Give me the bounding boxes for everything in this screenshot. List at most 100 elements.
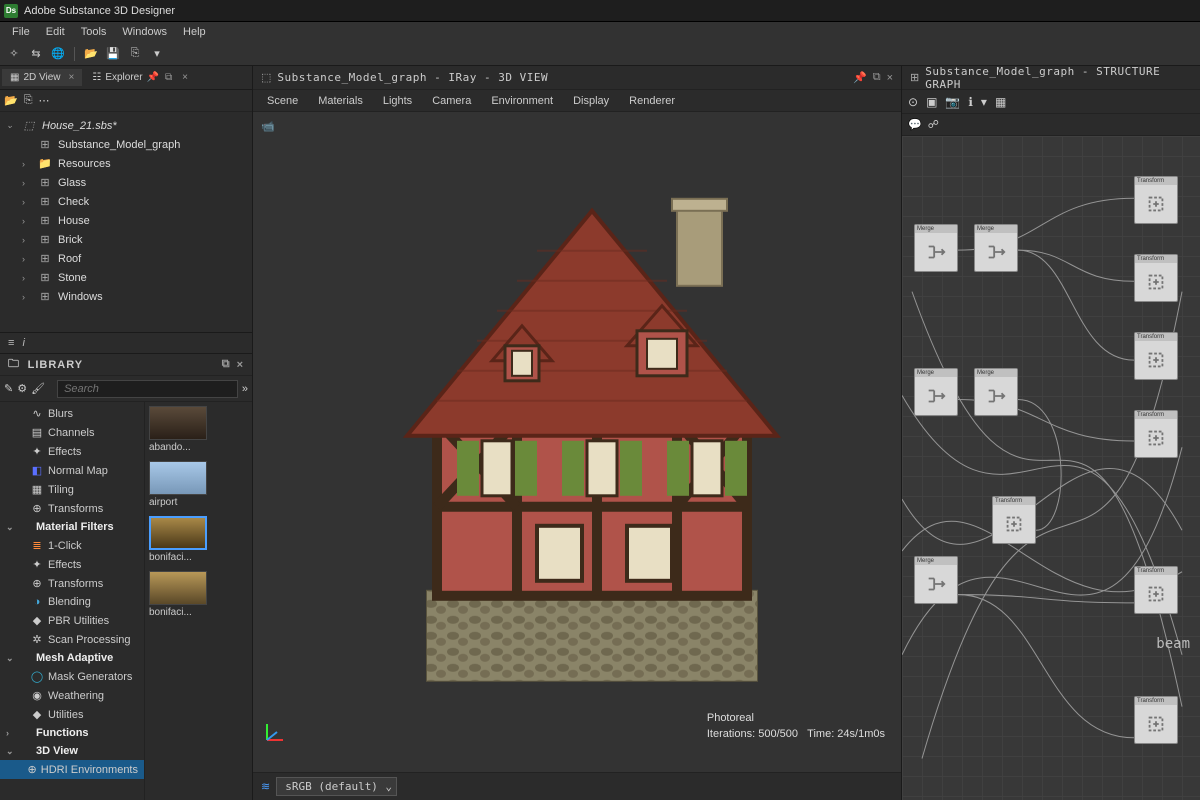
library-category-item[interactable]: ◆PBR Utilities xyxy=(0,611,144,630)
chevron-right-icon[interactable]: › xyxy=(22,292,32,302)
chevron-down-icon[interactable]: ⌄ xyxy=(6,120,16,131)
library-category-item[interactable]: ◧Normal Map xyxy=(0,461,144,480)
library-category-item[interactable]: ⊕Transforms xyxy=(0,574,144,593)
tree-item[interactable]: ›⊞House xyxy=(2,211,250,230)
close-icon[interactable]: × xyxy=(182,72,188,83)
dropdown-icon[interactable]: ▾ xyxy=(147,44,167,64)
graph-node[interactable]: Merge xyxy=(914,224,958,272)
menu-tools[interactable]: Tools xyxy=(73,24,115,40)
info-icon[interactable]: i xyxy=(22,337,24,349)
library-thumbnail[interactable]: bonifaci... xyxy=(149,516,248,563)
library-search-input[interactable] xyxy=(57,380,238,398)
close-icon[interactable]: × xyxy=(237,359,244,371)
tree-item[interactable]: ›⊞Windows xyxy=(2,287,250,306)
saveall-icon[interactable]: ⎘ xyxy=(125,44,145,64)
library-category-header[interactable]: ›Functions xyxy=(0,724,144,742)
menu-help[interactable]: Help xyxy=(175,24,214,40)
menu-renderer[interactable]: Renderer xyxy=(621,93,683,109)
camera-icon[interactable]: 📷 xyxy=(945,95,960,109)
menu-display[interactable]: Display xyxy=(565,93,617,109)
library-category-item[interactable]: ✦Effects xyxy=(0,555,144,574)
copy-icon[interactable]: ⎘ xyxy=(24,94,33,107)
library-category-item[interactable]: ⊕Transforms xyxy=(0,499,144,518)
axis-gizmo[interactable] xyxy=(263,720,287,744)
globe-icon[interactable]: 🌐 xyxy=(48,44,68,64)
tree-item[interactable]: ›⊞Glass xyxy=(2,173,250,192)
link-icon[interactable]: ⇆ xyxy=(26,44,46,64)
brush-icon[interactable]: 🖌 xyxy=(31,382,45,395)
library-category-item[interactable]: ◑Blending xyxy=(0,593,144,611)
edit-icon[interactable]: ✎ xyxy=(4,382,13,395)
colorspace-dropdown[interactable]: sRGB (default) xyxy=(276,777,397,796)
graph-node[interactable]: Transform xyxy=(1134,696,1178,744)
menu-environment[interactable]: Environment xyxy=(483,93,561,109)
graph-node[interactable]: Transform xyxy=(992,496,1036,544)
graph-node[interactable]: Merge xyxy=(914,556,958,604)
chevron-right-icon[interactable]: › xyxy=(22,216,32,226)
graph-node[interactable]: Transform xyxy=(1134,332,1178,380)
chevron-right-icon[interactable]: › xyxy=(22,254,32,264)
tree-item[interactable]: ›⊞Stone xyxy=(2,268,250,287)
graph-node[interactable]: Transform xyxy=(1134,410,1178,458)
tree-item[interactable]: ›📁Resources xyxy=(2,154,250,173)
popout-icon[interactable]: ⧉ xyxy=(222,358,231,371)
search-more-icon[interactable]: » xyxy=(242,383,248,395)
chevron-right-icon[interactable]: › xyxy=(22,273,32,283)
menu-lights[interactable]: Lights xyxy=(375,93,420,109)
tree-item[interactable]: ›⊞Check xyxy=(2,192,250,211)
pin-icon[interactable]: 📌 xyxy=(147,72,159,83)
graph-node[interactable]: Merge xyxy=(974,368,1018,416)
tab-2d-view[interactable]: ▦ 2D View × xyxy=(2,69,82,86)
info-icon[interactable]: ℹ xyxy=(968,95,973,109)
library-category-item[interactable]: ≣1-Click xyxy=(0,536,144,555)
graph-node[interactable]: Merge xyxy=(914,368,958,416)
library-category-item[interactable]: ▤Channels xyxy=(0,423,144,442)
link-icon[interactable]: ☍ xyxy=(928,118,939,131)
open-folder-icon[interactable]: 📂 xyxy=(4,94,18,107)
settings-icon[interactable]: ⚙ xyxy=(17,382,27,395)
tab-explorer[interactable]: ☷ Explorer 📌 ⧉ × xyxy=(84,69,196,86)
graph-node[interactable]: Merge xyxy=(974,224,1018,272)
viewport-3d[interactable]: 📹 xyxy=(253,112,901,772)
tree-item[interactable]: ›⊞Brick xyxy=(2,230,250,249)
graph-node[interactable]: Transform xyxy=(1134,254,1178,302)
library-category-item[interactable]: ✦Effects xyxy=(0,442,144,461)
pin-icon[interactable]: 📌 xyxy=(853,71,867,84)
library-category-item[interactable]: ◉Weathering xyxy=(0,686,144,705)
close-icon[interactable]: × xyxy=(69,72,75,83)
library-category-header[interactable]: ⌄Mesh Adaptive xyxy=(0,649,144,667)
camera-icon[interactable]: 📹 xyxy=(261,120,275,133)
library-category-item[interactable]: ✲Scan Processing xyxy=(0,630,144,649)
library-thumbnail[interactable]: bonifaci... xyxy=(149,571,248,618)
popout-icon[interactable]: ⧉ xyxy=(165,72,172,83)
menu-windows[interactable]: Windows xyxy=(114,24,175,40)
library-thumbnail[interactable]: airport xyxy=(149,461,248,508)
chevron-down-icon[interactable]: ▾ xyxy=(981,95,987,109)
library-thumbnail[interactable]: abando... xyxy=(149,406,248,453)
chevron-right-icon[interactable]: › xyxy=(22,197,32,207)
menu-edit[interactable]: Edit xyxy=(38,24,73,40)
menu-scene[interactable]: Scene xyxy=(259,93,306,109)
new-icon[interactable]: ✧ xyxy=(4,44,24,64)
graph-node[interactable]: Transform xyxy=(1134,566,1178,614)
menu-materials[interactable]: Materials xyxy=(310,93,371,109)
save-icon[interactable]: 💾 xyxy=(103,44,123,64)
tree-item[interactable]: ›⊞Roof xyxy=(2,249,250,268)
comment-icon[interactable]: 💬 xyxy=(908,118,922,131)
popout-icon[interactable]: ⧉ xyxy=(873,71,881,84)
library-category-header[interactable]: ⌄3D View xyxy=(0,742,144,760)
library-category-item[interactable]: ∿Blurs xyxy=(0,404,144,423)
library-category-item[interactable]: ▦Tiling xyxy=(0,480,144,499)
open-icon[interactable]: 📂 xyxy=(81,44,101,64)
chevron-right-icon[interactable]: › xyxy=(22,178,32,188)
graph-node[interactable]: Transform xyxy=(1134,176,1178,224)
menu-file[interactable]: File xyxy=(4,24,38,40)
menu-camera[interactable]: Camera xyxy=(424,93,479,109)
properties-icon[interactable]: ≡ xyxy=(8,337,14,349)
library-category-item[interactable]: ⊕HDRI Environments xyxy=(0,760,144,779)
fit-icon[interactable]: ▣ xyxy=(926,95,937,109)
tree-item[interactable]: ⊞Substance_Model_graph xyxy=(2,135,250,154)
grid-icon[interactable]: ▦ xyxy=(995,95,1006,109)
library-category-item[interactable]: ◯Mask Generators xyxy=(0,667,144,686)
chevron-right-icon[interactable]: › xyxy=(22,159,32,169)
